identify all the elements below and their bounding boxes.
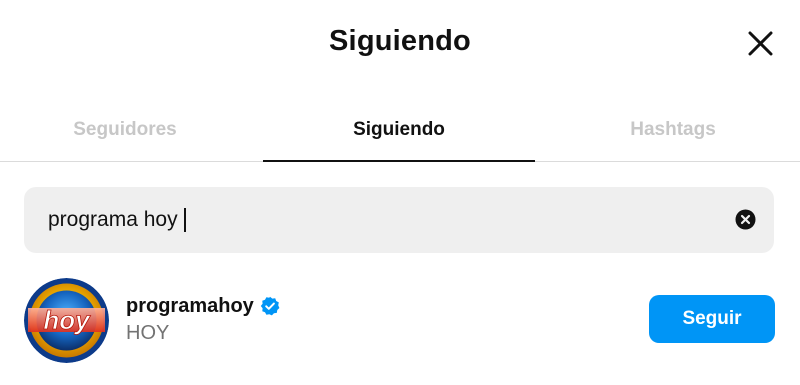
dialog-title: Siguiendo — [329, 25, 471, 57]
tab-bar: Seguidores Siguiendo Hashtags — [0, 100, 800, 162]
clear-search-button[interactable] — [735, 209, 756, 230]
full-name: HOY — [126, 322, 170, 344]
clear-circle-icon — [735, 209, 756, 230]
tab-following[interactable]: Siguiendo — [263, 100, 535, 162]
following-dialog: Siguiendo Seguidores Siguiendo Hashtags — [0, 0, 800, 385]
username-line: programahoy — [126, 293, 280, 319]
text-caret — [184, 208, 186, 232]
username[interactable]: programahoy — [126, 295, 254, 318]
follow-button[interactable]: Seguir — [649, 295, 775, 343]
tab-hashtags[interactable]: Hashtags — [540, 100, 800, 162]
close-button[interactable] — [744, 28, 776, 60]
list-item[interactable]: hoy programahoy HOY Seguir — [0, 268, 800, 373]
dialog-header: Siguiendo — [0, 0, 800, 88]
active-tab-indicator — [263, 160, 535, 162]
search-box — [24, 187, 774, 253]
close-icon — [744, 28, 776, 60]
tab-followers[interactable]: Seguidores — [0, 100, 258, 162]
search-input[interactable] — [48, 187, 688, 253]
avatar[interactable]: hoy — [24, 278, 109, 363]
svg-text:hoy: hoy — [43, 305, 91, 335]
verified-badge-icon — [260, 296, 280, 316]
